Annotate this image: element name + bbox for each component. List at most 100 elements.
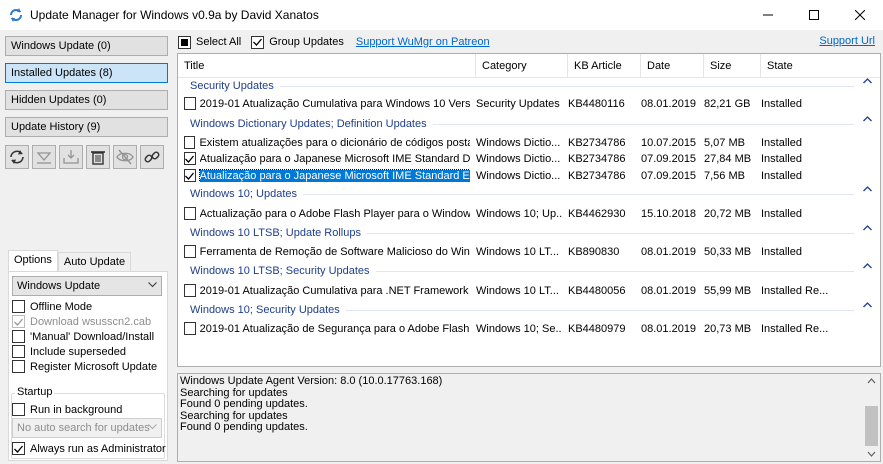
minimize-button[interactable] <box>745 0 791 30</box>
table-row[interactable]: 2019-01 Atualização Cumulativa para Wind… <box>178 95 880 112</box>
register-ms-update-label: Register Microsoft Update <box>30 360 158 373</box>
row-checkbox[interactable] <box>184 207 196 220</box>
collapse-chevron-icon[interactable] <box>863 302 872 308</box>
table-row[interactable]: Ferramenta de Remoção de Software Malici… <box>178 243 880 260</box>
cell-kb-article: KB4462930 <box>568 207 626 220</box>
table-row[interactable]: Atualização para o Japanese Microsoft IM… <box>178 167 880 184</box>
cell-title: Existem atualizações para o dicionário d… <box>178 136 470 149</box>
group-header[interactable]: Windows Dictionary Updates; Definition U… <box>190 116 876 130</box>
update-history-button[interactable]: Update History (9) <box>5 117 168 137</box>
table-row[interactable]: Actualização para o Adobe Flash Player p… <box>178 205 880 222</box>
collapse-chevron-icon[interactable] <box>863 78 872 84</box>
row-checkbox[interactable] <box>184 152 196 165</box>
select-all-checkbox[interactable]: Select All <box>178 35 241 49</box>
column-kb-article[interactable]: KB Article <box>568 54 641 78</box>
hide-button[interactable] <box>113 145 137 169</box>
cell-state: Installed <box>761 169 802 182</box>
group-header[interactable]: Windows 10 LTSB; Security Updates <box>190 263 876 277</box>
register-ms-update-checkbox[interactable]: Register Microsoft Update <box>12 359 157 374</box>
link-button[interactable] <box>140 145 164 169</box>
manual-download-label: 'Manual' Download/Install <box>30 330 155 343</box>
row-checkbox[interactable] <box>184 169 196 182</box>
check-icon <box>14 318 23 326</box>
check-icon <box>14 445 23 453</box>
updates-table: Title Category KB Article Date Size Stat… <box>177 53 881 367</box>
collapse-chevron-icon[interactable] <box>863 186 872 192</box>
cell-kb-article: KB890830 <box>568 245 620 258</box>
row-checkbox[interactable] <box>184 245 196 258</box>
cell-title: 2019-01 Atualização Cumulativa para Wind… <box>178 97 470 110</box>
windows-update-button[interactable]: Windows Update (0) <box>5 36 168 56</box>
column-date[interactable]: Date <box>641 54 704 78</box>
row-checkbox[interactable] <box>184 136 196 149</box>
cell-date: 08.01.2019 <box>641 322 697 335</box>
include-superseded-checkbox[interactable]: Include superseded <box>12 344 126 359</box>
table-row[interactable]: Atualização para o Japanese Microsoft IM… <box>178 150 880 167</box>
run-background-checkbox[interactable]: Run in background <box>12 402 122 417</box>
collapse-chevron-icon[interactable] <box>863 263 872 269</box>
column-category[interactable]: Category <box>476 54 568 78</box>
collapse-chevron-icon[interactable] <box>863 116 872 122</box>
cell-title: 2019-01 Atualização de Segurança para o … <box>178 322 470 335</box>
column-state[interactable]: State <box>761 54 880 78</box>
group-header-label: Security Updates <box>190 80 274 92</box>
cell-title: 2019-01 Atualização Cumulativa para .NET… <box>178 284 470 297</box>
close-icon <box>855 10 865 20</box>
cell-kb-article: KB2734786 <box>568 136 626 149</box>
row-checkbox[interactable] <box>184 97 196 110</box>
download-button[interactable] <box>32 145 56 169</box>
include-superseded-label: Include superseded <box>30 345 127 358</box>
cell-date: 07.09.2015 <box>641 169 697 182</box>
support-patreon-link[interactable]: Support WuMgr on Patreon <box>356 36 490 48</box>
log-text: Windows Update Agent Version: 8.0 (10.0.… <box>180 375 443 433</box>
refresh-button[interactable] <box>5 145 29 169</box>
always-admin-label: Always run as Administrator <box>30 442 166 455</box>
cell-size: 82,21 GB <box>704 97 751 110</box>
tab-auto-update[interactable]: Auto Update <box>57 252 132 272</box>
log-panel: Windows Update Agent Version: 8.0 (10.0.… <box>177 373 881 462</box>
offline-mode-checkbox[interactable]: Offline Mode <box>12 299 92 314</box>
table-row[interactable]: 2019-01 Atualização Cumulativa para .NET… <box>178 282 880 299</box>
checkbox-box <box>12 442 25 455</box>
support-url-link[interactable]: Support Url <box>819 35 875 47</box>
delete-button[interactable] <box>86 145 110 169</box>
tab-options[interactable]: Options <box>8 250 58 272</box>
chevron-down-icon <box>148 282 157 288</box>
column-size[interactable]: Size <box>704 54 761 78</box>
indeterminate-icon <box>181 38 188 46</box>
row-checkbox[interactable] <box>184 322 196 335</box>
cell-state: Installed <box>761 97 802 110</box>
cell-date: 10.07.2015 <box>641 136 697 149</box>
hidden-updates-button[interactable]: Hidden Updates (0) <box>5 90 168 110</box>
cell-size: 5,07 MB <box>704 136 745 149</box>
table-row[interactable]: 2019-01 Atualização de Segurança para o … <box>178 320 880 337</box>
update-source-select[interactable]: Windows Update <box>12 276 162 296</box>
cell-date: 15.10.2018 <box>641 207 697 220</box>
download-cab-checkbox[interactable]: Download wsusscn2.cab <box>12 314 151 329</box>
auto-search-select[interactable]: No auto search for updates <box>12 418 162 438</box>
group-updates-checkbox[interactable]: Group Updates <box>251 35 344 49</box>
table-row[interactable]: Existem atualizações para o dicionário d… <box>178 134 880 151</box>
group-header[interactable]: Security Updates <box>190 78 876 92</box>
checkbox-box <box>251 35 265 49</box>
row-checkbox[interactable] <box>184 284 196 297</box>
cell-size: 27,84 MB <box>704 152 752 165</box>
installed-updates-button[interactable]: Installed Updates (8) <box>5 63 168 83</box>
cell-size: 55,99 MB <box>704 284 752 297</box>
download-cab-label: Download wsusscn2.cab <box>30 315 152 328</box>
close-button[interactable] <box>837 0 883 30</box>
column-title[interactable]: Title <box>178 54 476 78</box>
group-header[interactable]: Windows 10; Security Updates <box>190 302 876 316</box>
maximize-button[interactable] <box>791 0 837 30</box>
row-title: 2019-01 Atualização de Segurança para o … <box>199 322 470 335</box>
log-scroll-thumb[interactable] <box>865 406 878 446</box>
group-header[interactable]: Windows 10 LTSB; Update Rollups <box>190 225 876 239</box>
log-scrollbar[interactable] <box>863 374 880 461</box>
install-button[interactable] <box>59 145 83 169</box>
always-admin-checkbox[interactable]: Always run as Administrator <box>12 441 166 456</box>
cell-category: Windows 10; Se... <box>476 322 562 335</box>
group-header[interactable]: Windows 10; Updates <box>190 186 876 200</box>
row-title: Existem atualizações para o dicionário d… <box>199 136 470 149</box>
collapse-chevron-icon[interactable] <box>863 225 872 231</box>
manual-download-checkbox[interactable]: 'Manual' Download/Install <box>12 329 154 344</box>
